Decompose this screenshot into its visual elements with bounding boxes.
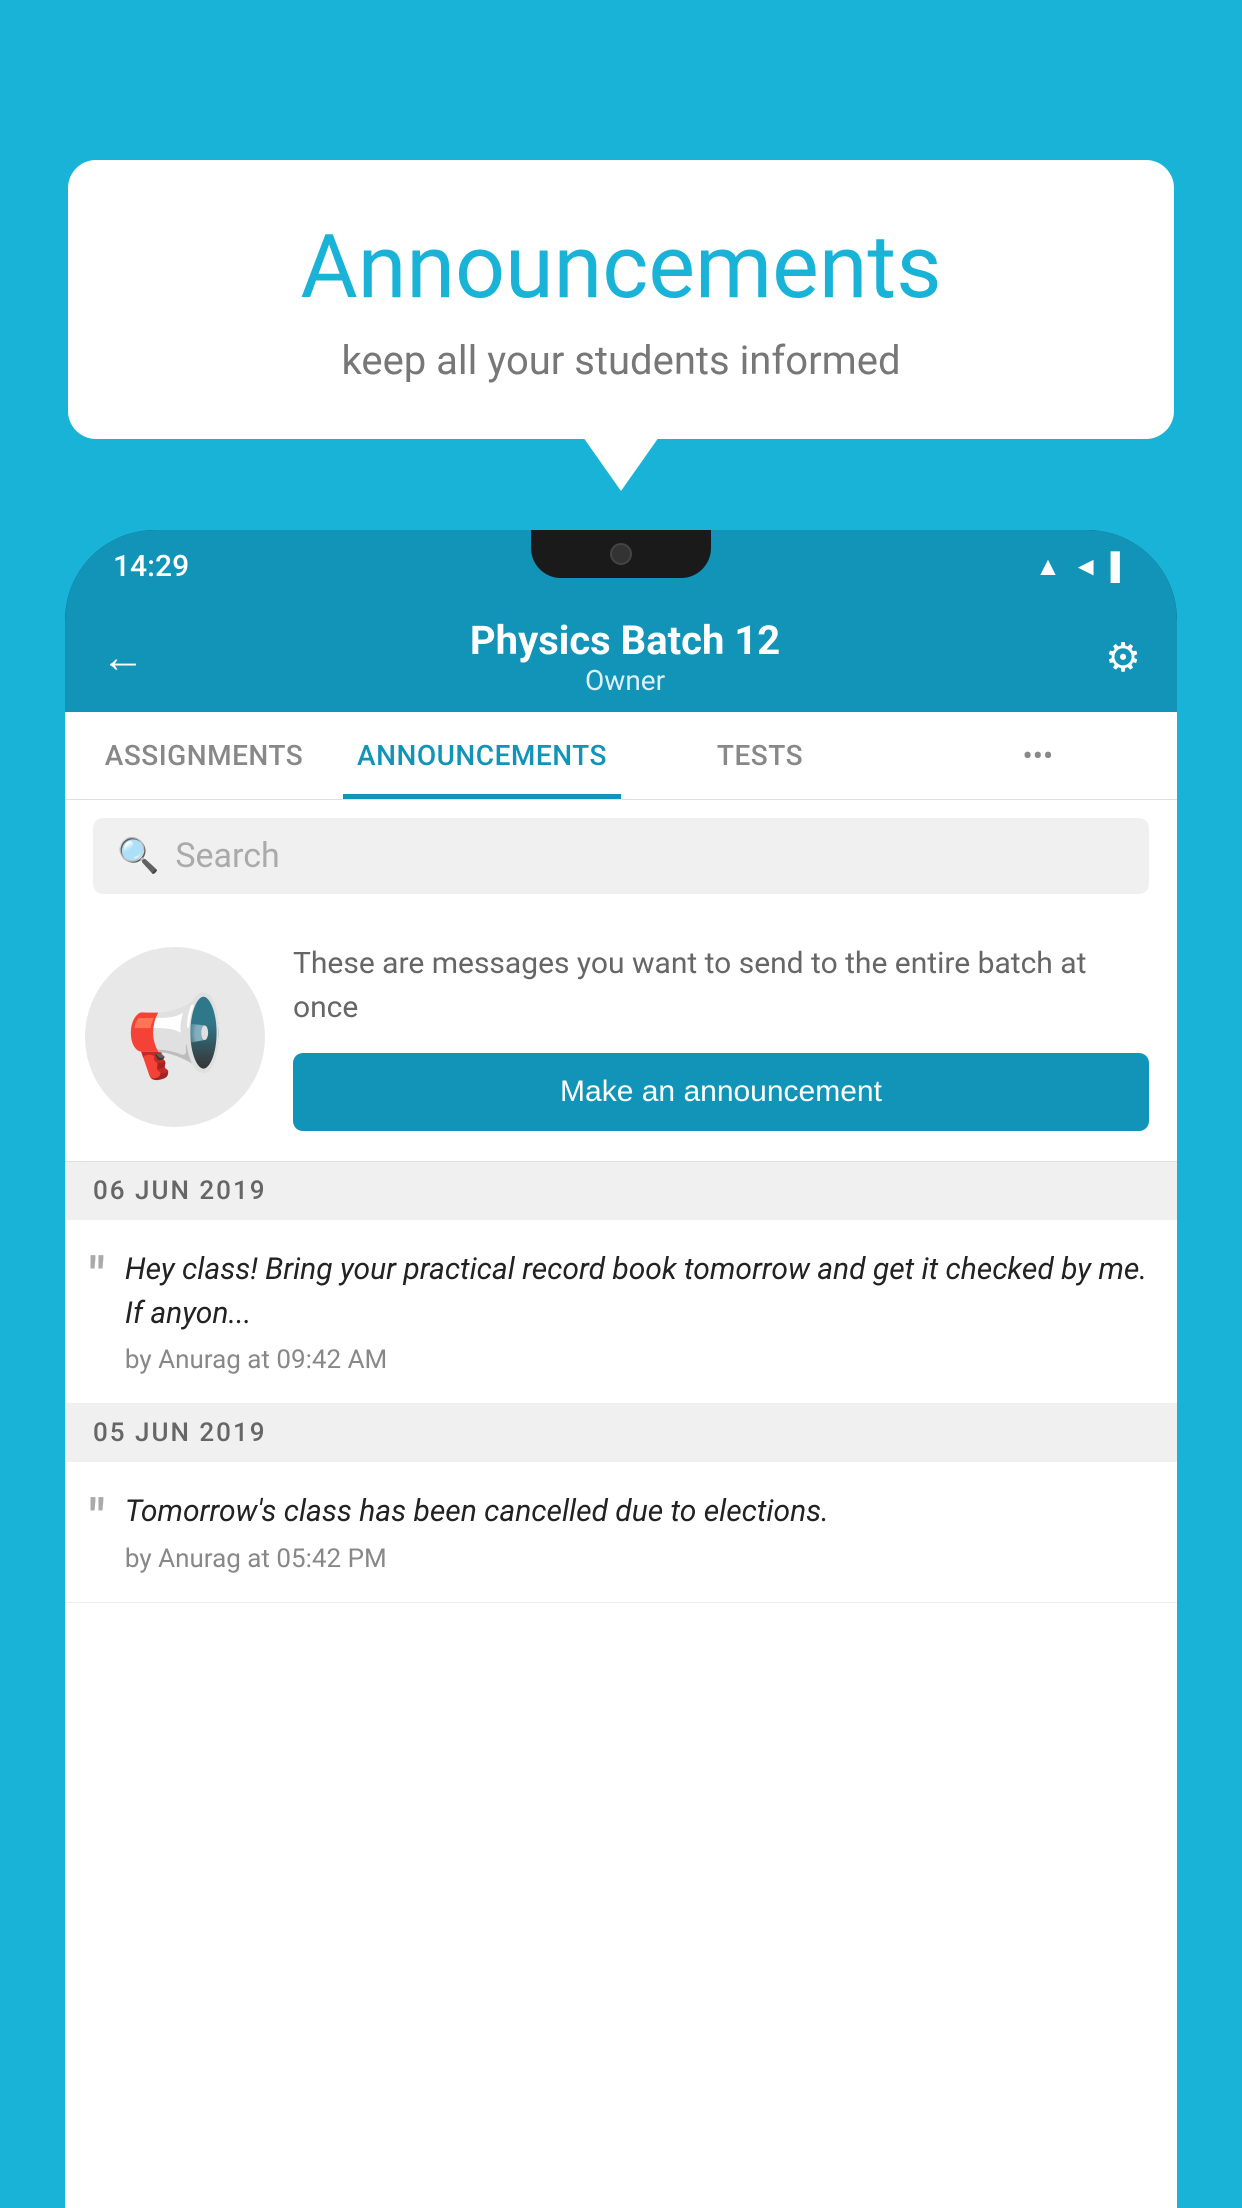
announcement-message-2: Tomorrow's class has been cancelled due … xyxy=(125,1490,1149,1534)
back-button[interactable]: ← xyxy=(101,631,145,683)
tab-assignments[interactable]: ASSIGNMENTS xyxy=(65,712,343,799)
megaphone-icon: 📢 xyxy=(125,990,225,1084)
phone-frame: 14:29 ▲ ◄ ▌ ← Physics Batch 12 Owner ⚙ A… xyxy=(65,530,1177,2208)
quote-icon-2: " xyxy=(89,1494,105,1544)
date-label-1: 06 JUN 2019 xyxy=(93,1176,267,1206)
date-section-2: 05 JUN 2019 xyxy=(65,1404,1177,1462)
wifi-icon: ▲ xyxy=(1035,551,1061,582)
search-icon: 🔍 xyxy=(117,836,159,876)
bubble-subtitle: keep all your students informed xyxy=(118,337,1124,384)
search-placeholder: Search xyxy=(175,836,279,876)
quote-icon-1: " xyxy=(89,1252,105,1302)
announcement-description: These are messages you want to send to t… xyxy=(293,942,1149,1029)
status-icons: ▲ ◄ ▌ xyxy=(1035,551,1129,582)
bubble-title: Announcements xyxy=(118,220,1124,317)
date-section-1: 06 JUN 2019 xyxy=(65,1162,1177,1220)
tab-tests[interactable]: TESTS xyxy=(621,712,899,799)
status-time: 14:29 xyxy=(113,549,189,584)
app-bar: ← Physics Batch 12 Owner ⚙ xyxy=(65,602,1177,712)
make-announcement-button[interactable]: Make an announcement xyxy=(293,1053,1149,1131)
tab-bar: ASSIGNMENTS ANNOUNCEMENTS TESTS ••• xyxy=(65,712,1177,800)
app-bar-title-section: Physics Batch 12 Owner xyxy=(145,617,1105,697)
announcement-item-1[interactable]: " Hey class! Bring your practical record… xyxy=(65,1220,1177,1404)
tab-more[interactable]: ••• xyxy=(899,712,1177,799)
search-input-wrapper[interactable]: 🔍 Search xyxy=(93,818,1149,894)
front-camera xyxy=(610,543,632,565)
announcement-meta-2: by Anurag at 05:42 PM xyxy=(125,1544,1149,1574)
settings-button[interactable]: ⚙ xyxy=(1105,634,1141,681)
app-bar-title: Physics Batch 12 xyxy=(145,617,1105,664)
tab-announcements[interactable]: ANNOUNCEMENTS xyxy=(343,712,621,799)
announcement-placeholder-section: 📢 These are messages you want to send to… xyxy=(65,912,1177,1162)
announcement-right: These are messages you want to send to t… xyxy=(293,942,1149,1131)
announcement-text-2: Tomorrow's class has been cancelled due … xyxy=(125,1490,1149,1574)
app-bar-subtitle: Owner xyxy=(145,664,1105,697)
battery-icon: ▌ xyxy=(1111,551,1129,582)
speech-bubble: Announcements keep all your students inf… xyxy=(68,160,1174,439)
screen-content: 🔍 Search 📢 These are messages you want t… xyxy=(65,800,1177,2208)
megaphone-circle: 📢 xyxy=(85,947,265,1127)
signal-icon: ◄ xyxy=(1073,551,1099,582)
search-bar: 🔍 Search xyxy=(65,800,1177,912)
announcement-text-1: Hey class! Bring your practical record b… xyxy=(125,1248,1149,1375)
announcement-item-2[interactable]: " Tomorrow's class has been cancelled du… xyxy=(65,1462,1177,1603)
announcement-message-1: Hey class! Bring your practical record b… xyxy=(125,1248,1149,1335)
announcement-meta-1: by Anurag at 09:42 AM xyxy=(125,1345,1149,1375)
date-label-2: 05 JUN 2019 xyxy=(93,1418,267,1448)
phone-notch xyxy=(531,530,711,578)
